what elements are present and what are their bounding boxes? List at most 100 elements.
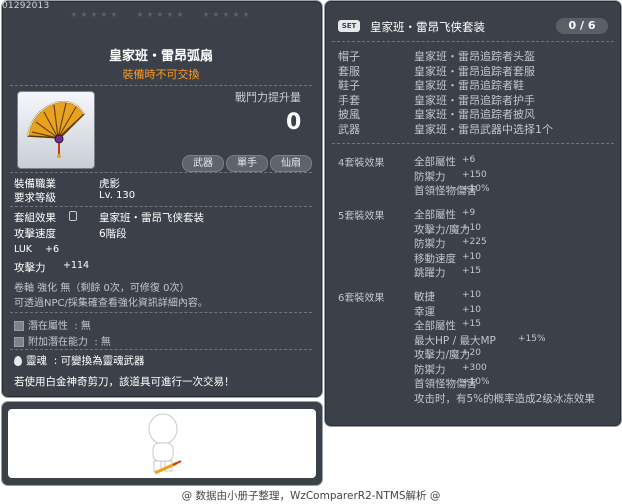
tag-fan-type: 仙扇 — [270, 155, 312, 172]
set-effect-value: +15 — [462, 266, 481, 276]
star-icon: ★ — [146, 10, 154, 19]
set-title: 皇家班・雷昂飞侠套装 — [370, 20, 485, 34]
additional-potential-label: 附加潛在能力 — [28, 337, 88, 348]
set-effect-stat: 移動速度 — [414, 252, 456, 265]
set-effect-stat: 防禦力 — [414, 363, 446, 376]
job-value: 虎影 — [99, 178, 120, 190]
soul-row: 靈魂 : 可變換為靈魂武器 — [14, 353, 145, 368]
set-effect-stat: 攻击时，有5%的概率造成2级冰冻效果 — [414, 392, 595, 405]
soul-label: 靈魂 — [26, 355, 47, 367]
set-effect-header: 6套裝效果 — [338, 293, 385, 304]
set-effect-value: +150 — [462, 169, 487, 180]
divider — [10, 85, 312, 86]
set-part-name: 皇家班・雷昂武器中选择1个 — [414, 122, 553, 136]
divider — [10, 349, 312, 350]
attack-speed-label: 攻擊速度 — [14, 228, 56, 240]
set-effect-stat: 全部屬性 — [414, 209, 456, 221]
job-label: 裝備職業 — [14, 178, 56, 190]
star-icon: ★ — [242, 10, 250, 19]
tag-one-handed: 單手 — [226, 155, 268, 172]
star-icon: ★ — [176, 10, 184, 19]
set-effect-line: 全部屬性 +9 — [414, 207, 475, 222]
set-effect-value: +10 — [462, 290, 481, 300]
luk-value: +6 — [45, 244, 60, 255]
item-name: 皇家班・雷昂弧扇 — [108, 49, 213, 64]
set-effect-line: 防禦力 +300 — [414, 362, 487, 377]
divider — [10, 172, 312, 173]
star-icon: ★ — [90, 10, 98, 19]
set-effect-stat: 幸運 — [414, 305, 435, 318]
set-effect-header: 4套裝效果 — [338, 158, 385, 169]
star-icon: ★ — [156, 10, 164, 19]
set-effect-stat: 防禦力 — [414, 170, 446, 183]
set-effect-line: 跳躍力 +15 — [414, 265, 481, 280]
level-value: Lv. 130 — [99, 190, 136, 201]
combat-power-label: 戰鬥力提升量 — [235, 91, 301, 104]
set-effect-stat: 防禦力 — [414, 238, 446, 250]
character-preview-panel — [1, 401, 323, 486]
fan-weapon-icon — [27, 101, 85, 158]
trade-restriction-note: 裝備時不可交換 — [122, 68, 200, 81]
star-icon: ★ — [136, 10, 144, 19]
attack-value: +114 — [63, 260, 90, 271]
set-effect-line: 幸運 +10 — [414, 304, 481, 319]
luk-label: LUK — [14, 244, 33, 255]
set-effect-value: +10 — [462, 222, 481, 233]
potential-row: 潛在屬性 : 無 — [14, 317, 91, 332]
star-icon: ★ — [100, 10, 108, 19]
set-badge: SET — [338, 20, 360, 32]
star-icon: ★ — [202, 10, 210, 19]
star-icon: ★ — [110, 10, 118, 19]
potential-label: 潛在屬性 — [28, 321, 68, 332]
combat-power-value: 0 — [286, 110, 302, 135]
divider — [10, 206, 312, 207]
set-effect-line: 首領怪物傷害 +10% — [414, 376, 490, 391]
set-effect-line: 攻擊力/魔力 +20 — [414, 347, 481, 362]
set-collected-count: 0 / 6 — [556, 18, 608, 34]
set-effect-line: 移動速度 +10 — [414, 251, 481, 266]
set-effect-value: +10 — [462, 251, 481, 262]
character-avatar-icon — [148, 413, 182, 475]
soul-value: : 可變換為靈魂武器 — [53, 355, 145, 367]
star-force-row: ★ ★ ★ ★ ★ ★ ★ ★ ★ ★ ★ ★ ★ ★ ★ — [70, 11, 260, 19]
additional-potential-icon — [14, 337, 24, 347]
star-icon: ★ — [222, 10, 230, 19]
item-code: 01292013 — [2, 1, 50, 11]
set-effect-stat: 全部屬性 — [414, 320, 456, 332]
potential-icon — [14, 321, 24, 331]
set-effect-value: 皇家班・雷昂飞侠套装 — [99, 212, 204, 224]
set-effect-value: +20 — [462, 348, 481, 358]
set-effect-value: +10% — [462, 377, 490, 387]
set-effect-stat: 全部屬性 — [414, 156, 456, 168]
item-icon-frame — [17, 91, 95, 169]
set-effect-line: 全部屬性 +6 — [414, 154, 475, 169]
set-effect-header: 5套裝效果 — [338, 211, 385, 222]
divider — [332, 41, 614, 42]
set-effect-value: +300 — [462, 362, 487, 373]
divider — [332, 143, 614, 144]
set-effect-stat: 最大HP / 最大MP — [414, 334, 496, 347]
set-effect-value: +225 — [462, 237, 487, 247]
tag-weapon: 武器 — [182, 155, 224, 172]
set-effect-line: 攻擊力/魔力 +10 — [414, 222, 481, 237]
set-effect-stat: 跳躍力 — [414, 267, 446, 279]
additional-potential-row: 附加潛在能力 : 無 — [14, 333, 111, 348]
divider — [10, 312, 312, 313]
set-effect-line: 全部屬性 +15 — [414, 318, 481, 333]
set-effect-value: +15 — [462, 319, 481, 329]
lock-icon — [69, 211, 77, 221]
set-effect-line: 防禦力 +150 — [414, 169, 487, 184]
star-icon: ★ — [70, 10, 78, 19]
scroll-upgrade-info: 卷軸 強化 無（剩餘 0次，可修復 0次） — [14, 283, 190, 294]
star-icon: ★ — [166, 10, 174, 19]
set-effect-value: +9 — [462, 208, 476, 218]
star-icon: ★ — [80, 10, 88, 19]
set-part-slot: 武器 — [338, 122, 360, 136]
set-effect-value: +10% — [462, 184, 490, 194]
set-effect-stat: 敏捷 — [414, 291, 435, 303]
footer-credit: @ 数据由小册子整理，WzComparerR2-NTMS解析 @ — [181, 490, 441, 502]
attack-speed-value: 6階段 — [99, 228, 127, 240]
set-effect-line: 最大HP / 最大MP +15% — [414, 333, 546, 348]
soul-flame-icon — [14, 356, 22, 366]
set-effect-value: +10 — [462, 304, 481, 315]
